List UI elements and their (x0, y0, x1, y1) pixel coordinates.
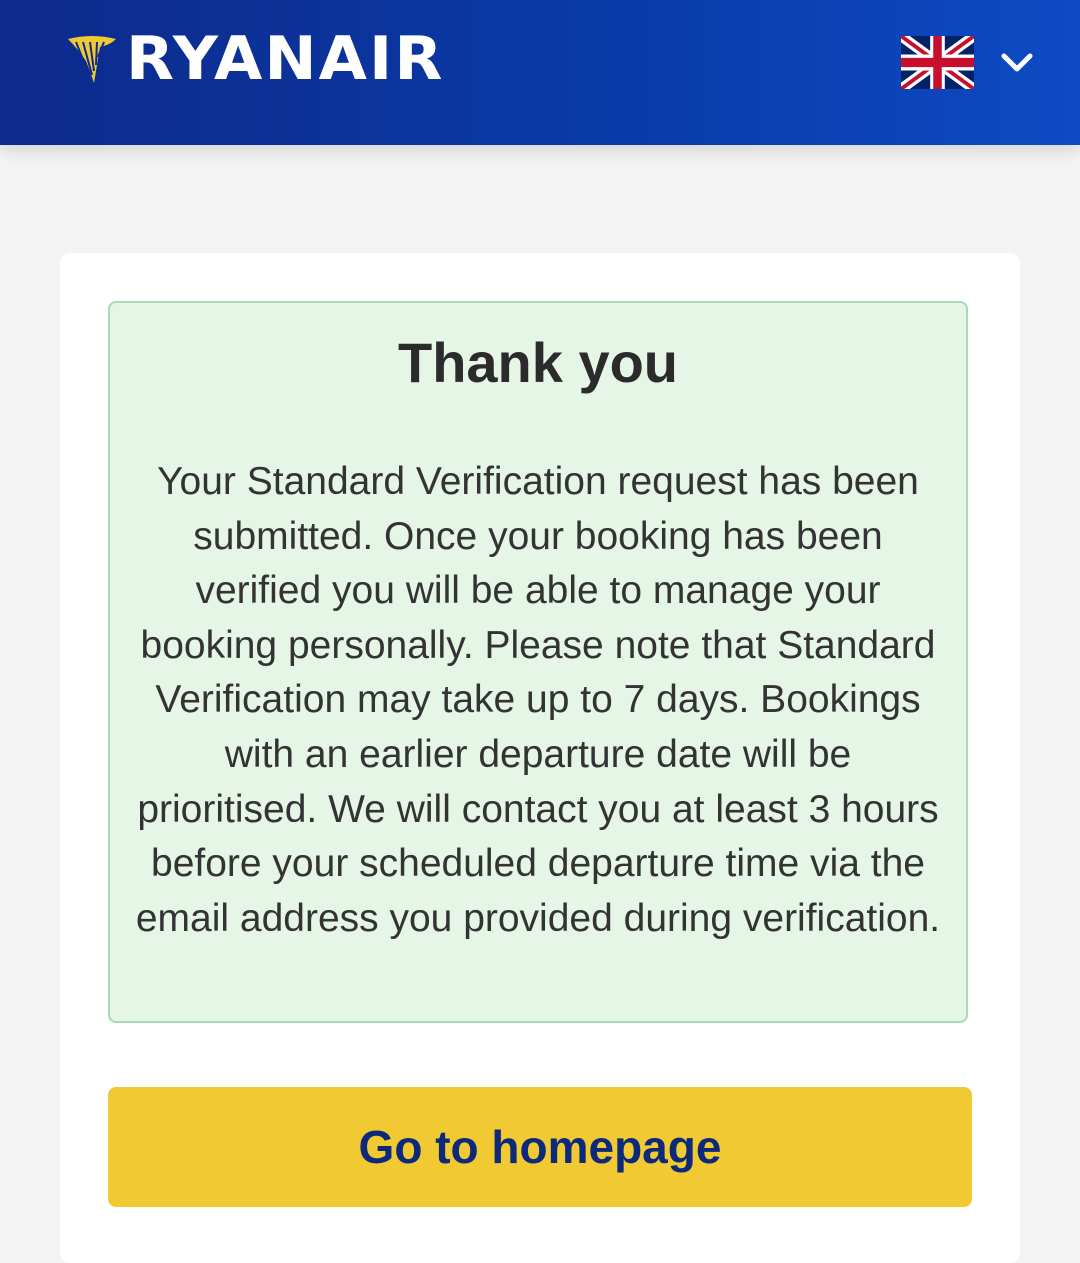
go-to-homepage-button[interactable]: Go to homepage (108, 1087, 972, 1207)
confirmation-card: Thank you Your Standard Verification req… (60, 253, 1020, 1263)
brand-name: RYANAIR (126, 24, 445, 94)
language-selector[interactable] (901, 36, 1034, 89)
site-header: RYANAIR (0, 0, 1080, 145)
ryanair-logo[interactable]: RYANAIR (66, 28, 442, 90)
notice-title: Thank you (397, 331, 679, 394)
notice-message: Your Standard Verification request has b… (135, 460, 941, 940)
success-notice: Thank you Your Standard Verification req… (108, 301, 968, 1023)
harp-logo-icon (68, 36, 116, 83)
chevron-down-icon (1001, 53, 1033, 71)
uk-flag-icon (901, 36, 974, 89)
